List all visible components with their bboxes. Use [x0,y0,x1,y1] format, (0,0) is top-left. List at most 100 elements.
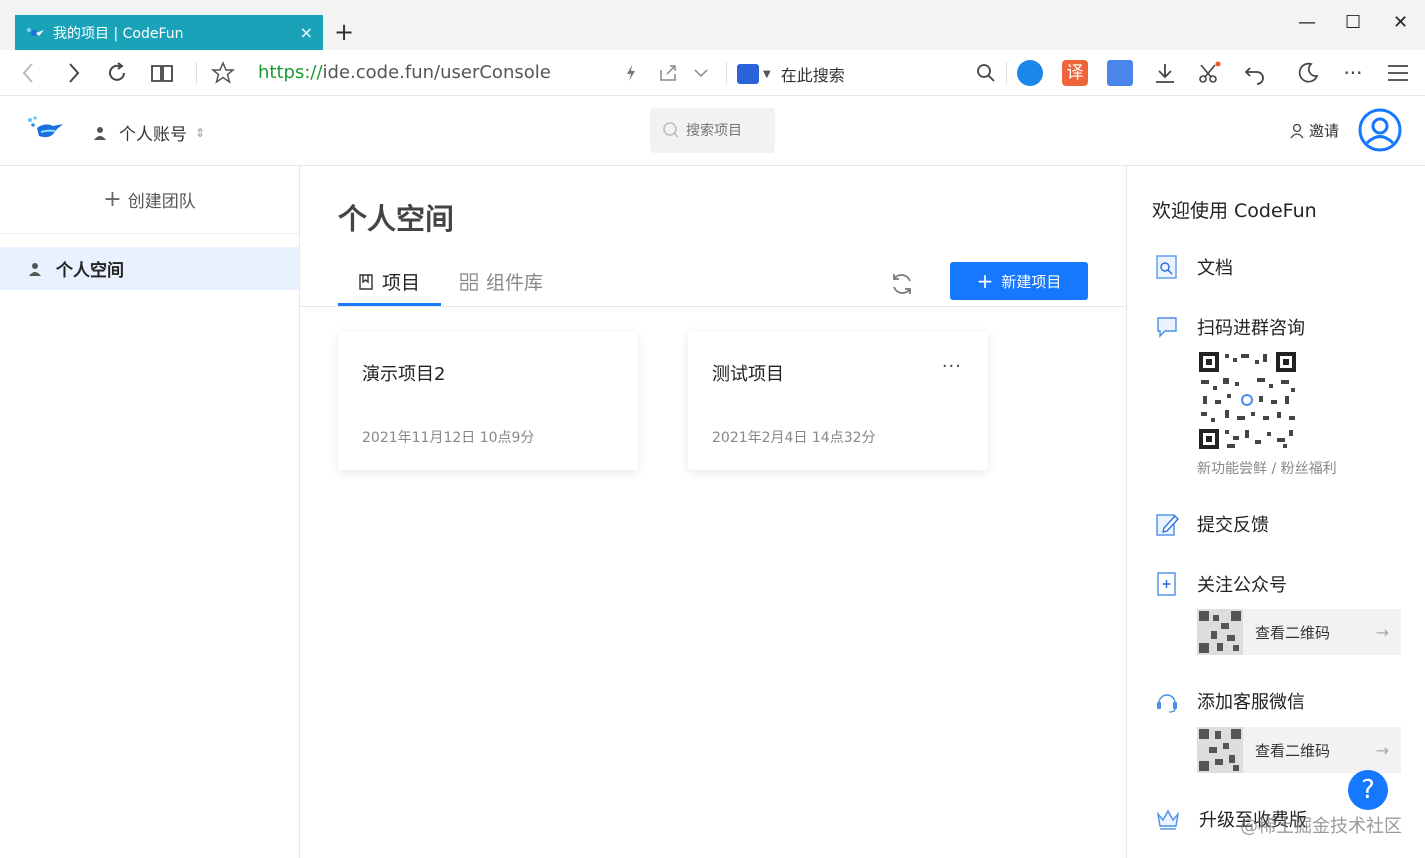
tab-bar: 项目 组件库 + 新建项目 [300,256,1126,307]
extension-infinity-icon[interactable] [1017,60,1043,86]
help-button[interactable]: ? [1348,770,1388,810]
browser-tab-active[interactable]: 我的项目 | CodeFun × [15,15,323,50]
feedback-label: 提交反馈 [1197,515,1269,536]
chat-icon [1157,317,1177,338]
lightning-icon[interactable] [618,60,644,86]
forward-icon[interactable] [60,60,86,86]
chevron-down-icon[interactable] [688,60,714,86]
undo-icon[interactable] [1242,60,1268,86]
minimize-button[interactable]: — [1298,12,1316,33]
toolbar-divider [1006,62,1007,84]
document-search-icon [1156,255,1177,279]
project-card[interactable]: 演示项目2 2021年11月12日 10点9分 [338,332,638,470]
project-name: 测试项目 [712,364,784,385]
reload-icon[interactable] [104,60,130,86]
view-qr-label: 查看二维码 [1255,623,1331,642]
tab-components[interactable]: 组件库 [460,268,543,295]
project-date: 2021年11月12日 10点9分 [362,430,535,446]
create-team-label: 创建团队 [127,192,196,212]
view-qr-row-follow[interactable]: 查看二维码 → [1197,609,1401,655]
active-tab-indicator [338,303,441,306]
tab-close-icon[interactable]: × [300,23,313,42]
search-icon [663,122,679,138]
page-title: 个人空间 [338,202,455,236]
sidebar: + 创建团队 个人空间 [0,166,300,858]
sidebar-item-personal-space[interactable]: 个人空间 [0,247,299,290]
new-project-button[interactable]: + 新建项目 [950,262,1088,300]
user-outline-icon [1290,123,1304,138]
new-project-label: 新建项目 [1001,272,1062,291]
tab-label: 项目 [382,272,421,294]
group-label: 扫码进群咨询 [1197,318,1305,339]
baidu-paw-icon [737,64,759,84]
qr-thumbnail-icon [1197,609,1243,655]
group-consult-item: 扫码进群咨询 [1155,314,1305,340]
invite-label: 邀请 [1309,122,1340,140]
address-bar[interactable]: https://ide.code.fun/userConsole [258,62,551,83]
star-icon[interactable] [210,60,236,86]
engine-dropdown-icon[interactable]: ▼ [763,69,771,80]
create-team-button[interactable]: + 创建团队 [0,166,299,234]
tab-label: 组件库 [486,272,544,294]
url-scheme: https:// [258,62,323,83]
arrow-right-icon: → [1375,622,1389,642]
arrow-right-icon: → [1375,740,1389,760]
add-contact-icon [1157,572,1176,596]
maximize-button[interactable]: ☐ [1345,12,1361,33]
user-icon [29,262,41,276]
night-mode-icon[interactable] [1295,60,1321,86]
reading-mode-icon[interactable] [149,60,175,86]
feedback-link[interactable]: 提交反馈 [1155,511,1269,537]
user-icon [94,126,106,140]
tab-projects[interactable]: 项目 [358,268,420,295]
back-icon[interactable] [16,60,42,86]
search-engine-box[interactable]: ▼ 在此搜索 [737,62,845,86]
follow-item: 关注公众号 [1155,571,1287,597]
hamburger-menu-icon[interactable] [1385,60,1411,86]
more-menu-icon[interactable]: ··· [1340,60,1366,86]
edit-icon [1156,514,1179,536]
crown-icon [1156,809,1180,830]
translate-ext-icon[interactable]: 译 [1062,60,1088,86]
app-header: 个人账号 ⇕ 邀请 [0,96,1425,166]
docs-label: 文档 [1197,258,1233,279]
toolbar-divider [726,62,727,84]
view-qr-row-service[interactable]: 查看二维码 → [1197,727,1401,773]
scissors-icon[interactable] [1196,60,1222,86]
search-icon[interactable] [973,60,999,86]
plus-icon: + [103,187,122,212]
grid-icon [460,272,478,291]
avatar[interactable] [1358,108,1402,152]
url-path: ide.code.fun/userConsole [322,62,551,83]
new-tab-button[interactable]: + [334,18,354,46]
chevron-updown-icon: ⇕ [195,125,206,140]
service-label: 添加客服微信 [1197,692,1305,713]
project-date: 2021年2月4日 14点32分 [712,430,876,446]
sidebar-item-label: 个人空间 [56,261,124,281]
qr-note: 新功能尝鲜 / 粉丝福利 [1197,461,1337,477]
close-window-button[interactable]: ✕ [1393,12,1408,33]
project-card[interactable]: 测试项目 2021年2月4日 14点32分 ··· [688,332,988,470]
main-content: 个人空间 项目 组件库 + 新建项目 演示项目2 2021年11月12日 10点… [300,166,1126,858]
account-switcher[interactable]: 个人账号 ⇕ [93,120,205,145]
headset-icon [1157,694,1177,713]
refresh-icon[interactable] [888,270,916,298]
qr-thumbnail-icon [1197,727,1243,773]
download-icon[interactable] [1152,60,1178,86]
qr-code-image [1197,350,1298,451]
share-icon[interactable] [655,60,681,86]
browser-toolbar: https://ide.code.fun/userConsole ▼ 在此搜索 … [0,50,1425,96]
browser-tab-title: 我的项目 | CodeFun [53,25,184,42]
docs-link[interactable]: 文档 [1155,254,1233,280]
invite-button[interactable]: 邀请 [1289,120,1339,141]
book-icon [359,273,373,290]
project-name: 演示项目2 [362,364,446,385]
watermark-text: @稀土掘金技术社区 [1240,816,1402,837]
codefun-favicon-icon [27,27,44,36]
google-translate-icon[interactable] [1107,60,1133,86]
more-options-icon[interactable]: ··· [942,356,962,377]
service-item: 添加客服微信 [1155,688,1305,714]
browser-tab-bar: 我的项目 | CodeFun × + — ☐ ✕ [0,0,1425,50]
codefun-logo[interactable] [25,114,65,144]
view-qr-label: 查看二维码 [1255,741,1331,760]
